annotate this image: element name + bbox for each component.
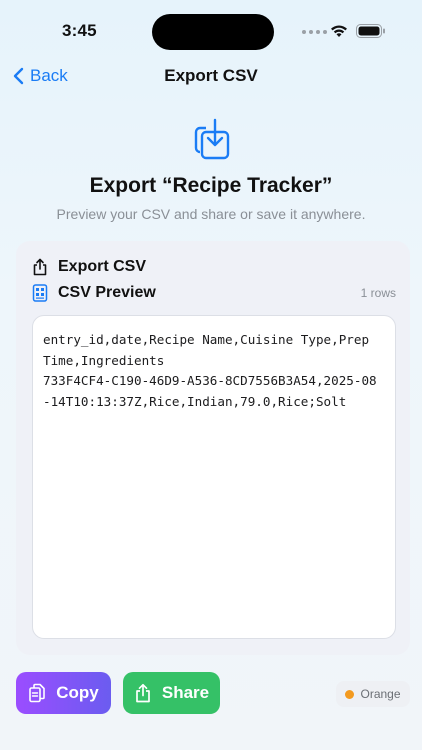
csv-preview-box[interactable]: entry_id,date,Recipe Name,Cuisine Type,P… xyxy=(32,315,396,639)
share-icon xyxy=(136,683,150,703)
navigation-bar: Back Export CSV xyxy=(0,60,422,96)
color-tag[interactable]: Orange xyxy=(336,681,410,707)
orange-dot-icon xyxy=(345,689,355,699)
color-tag-label: Orange xyxy=(360,687,401,701)
export-tray-icon xyxy=(194,118,230,160)
dynamic-island xyxy=(152,14,274,50)
page-title: Export “Recipe Tracker” xyxy=(89,174,333,197)
status-bar: 3:45 xyxy=(0,0,422,60)
status-time: 3:45 xyxy=(62,21,97,40)
export-card: Export CSV CSV Preview 1 rows entry_id,d… xyxy=(16,241,410,655)
preview-label: CSV Preview xyxy=(58,284,156,301)
copy-icon xyxy=(29,683,46,703)
nav-title: Export CSV xyxy=(164,66,258,85)
share-label: Share xyxy=(161,683,210,702)
share-icon xyxy=(33,258,47,276)
rows-count: 1 rows xyxy=(360,286,396,300)
preview-row: CSV Preview 1 rows xyxy=(32,284,396,302)
csv-preview-text: entry_id,date,Recipe Name,Cuisine Type,P… xyxy=(43,332,377,409)
share-button[interactable]: Share xyxy=(123,672,220,714)
export-label: Export CSV xyxy=(58,258,147,275)
export-row: Export CSV xyxy=(32,258,146,276)
csv-file-icon xyxy=(32,284,48,302)
copy-label: Copy xyxy=(56,683,99,702)
wifi-icon xyxy=(331,25,347,37)
copy-button[interactable]: Copy xyxy=(16,672,111,714)
page-subtitle: Preview your CSV and share or save it an… xyxy=(56,206,366,222)
battery-icon xyxy=(356,24,385,38)
signal-dots-icon xyxy=(302,30,327,34)
